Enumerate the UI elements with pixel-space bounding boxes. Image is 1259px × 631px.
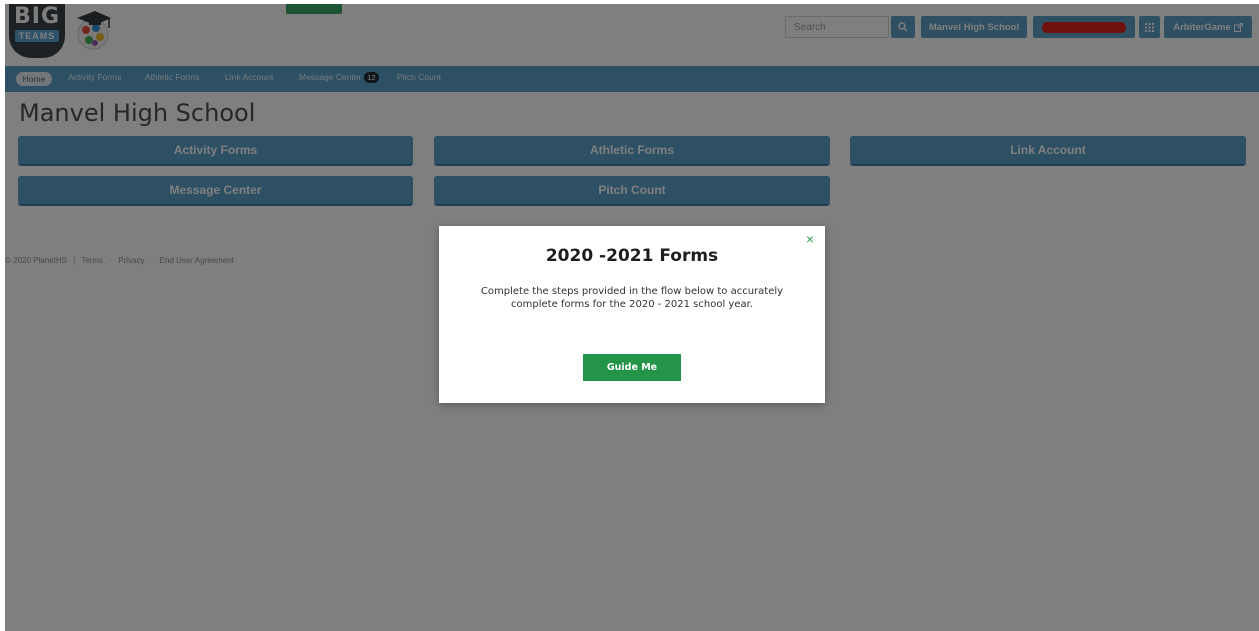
forms-modal: × 2020 -2021 Forms Complete the steps pr… <box>439 226 825 403</box>
close-icon[interactable]: × <box>803 232 817 246</box>
modal-title: 2020 -2021 Forms <box>545 246 719 266</box>
page: BIG TEAMS Search Manvel High School <box>5 4 1259 631</box>
modal-body-text: Complete the steps provided in the flow … <box>480 286 784 310</box>
guide-me-button[interactable]: Guide Me <box>583 354 681 381</box>
